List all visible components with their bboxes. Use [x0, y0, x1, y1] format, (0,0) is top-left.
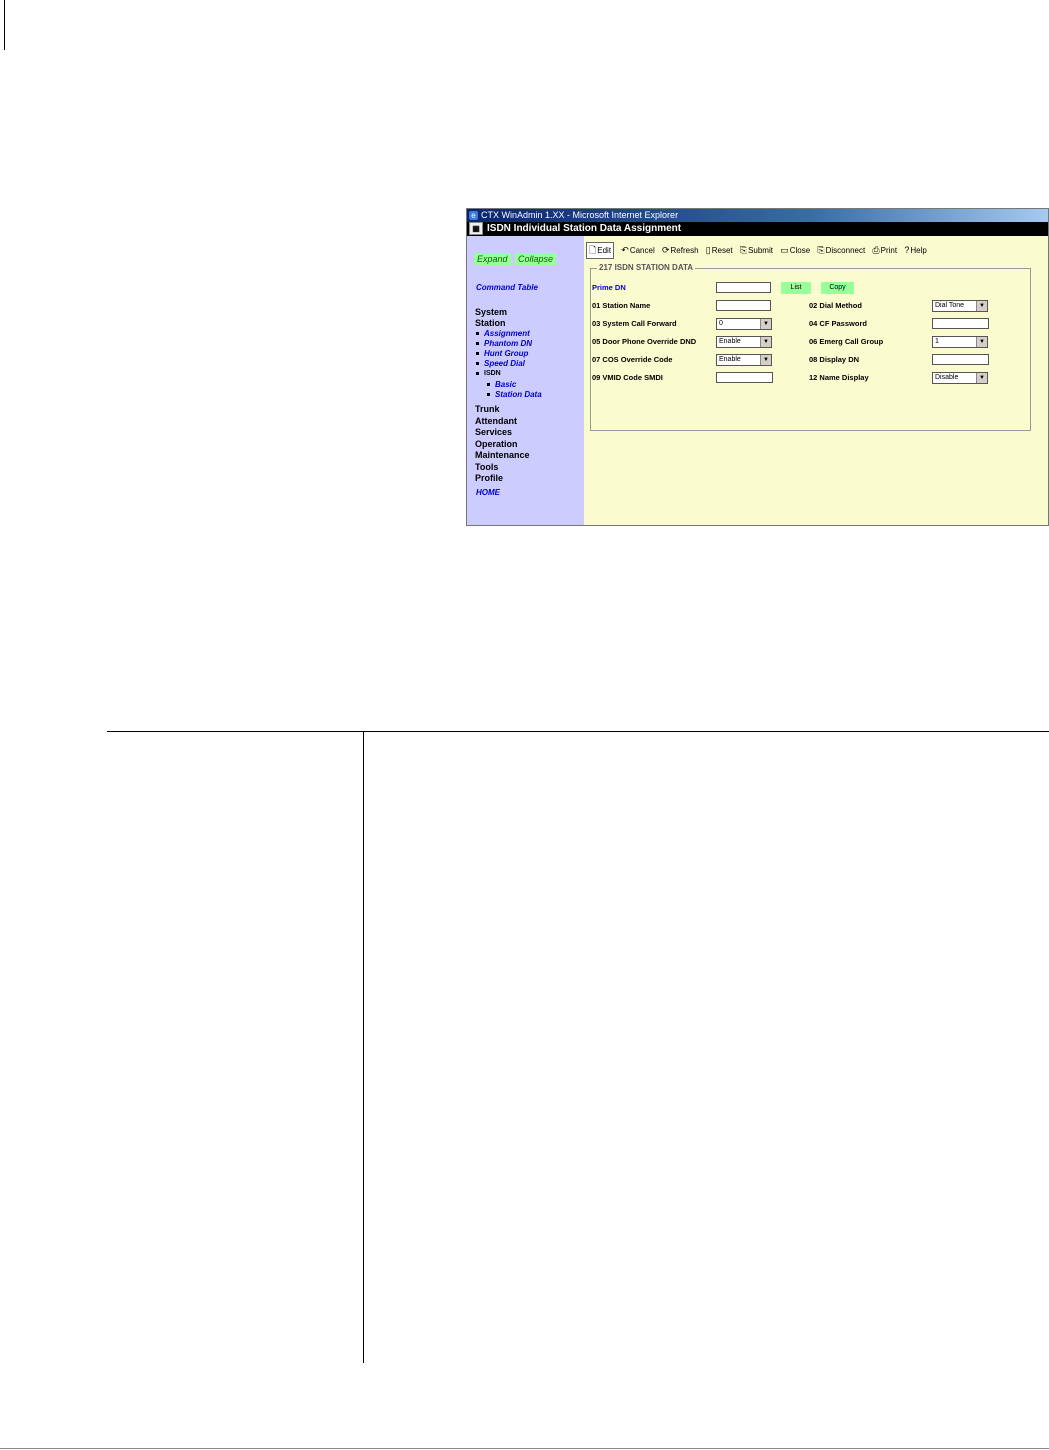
toolbar: 🗋Edit ↶Cancel ⟳Refresh ▯Reset ⎘Submit ▭C…: [586, 242, 932, 259]
name-display-select[interactable]: Disable ▼: [932, 372, 988, 384]
help-button[interactable]: ?Help: [904, 243, 926, 258]
door-phone-override-select[interactable]: Enable ▼: [716, 336, 772, 348]
chevron-down-icon: ▼: [976, 337, 987, 347]
cf-password-label: 04 CF Password: [809, 319, 867, 328]
sidebar-item-station[interactable]: Station: [475, 318, 506, 329]
disconnect-icon: ⎘: [817, 245, 825, 255]
vmid-code-label: 09 VMID Code SMDI: [592, 373, 663, 382]
sidebar-item-hunt-group[interactable]: Hunt Group: [476, 349, 528, 359]
bullet-icon: [476, 362, 479, 366]
sidebar-item-tools[interactable]: Tools: [475, 462, 498, 473]
help-icon: ?: [904, 245, 910, 255]
table-top-rule: [107, 731, 1049, 732]
reset-icon: ▯: [705, 245, 711, 255]
name-display-label: 12 Name Display: [809, 373, 869, 382]
vmid-code-input[interactable]: [716, 372, 773, 383]
chevron-down-icon: ▼: [976, 301, 987, 311]
cos-override-label: 07 COS Override Code: [592, 355, 673, 364]
sidebar-item-speed-dial[interactable]: Speed Dial: [476, 359, 525, 369]
app-title: ISDN Individual Station Data Assignment: [487, 223, 682, 235]
disconnect-button[interactable]: ⎘Disconnect: [817, 243, 865, 258]
app-title-bar: ▦ ISDN Individual Station Data Assignment: [467, 222, 1048, 236]
close-icon: ▭: [780, 245, 789, 255]
dial-method-label: 02 Dial Method: [809, 301, 862, 310]
refresh-button[interactable]: ⟳Refresh: [662, 243, 699, 258]
table-column-divider: [363, 731, 364, 1363]
browser-window-screenshot: e CTX WinAdmin 1.XX - Microsoft Internet …: [466, 208, 1049, 526]
main-content: 🗋Edit ↶Cancel ⟳Refresh ▯Reset ⎘Submit ▭C…: [584, 236, 1048, 525]
bullet-icon: [487, 383, 490, 387]
list-button[interactable]: List: [781, 282, 811, 294]
expand-button[interactable]: Expand: [474, 253, 511, 265]
cf-password-input[interactable]: [932, 318, 989, 329]
station-name-label: 01 Station Name: [592, 301, 651, 310]
sidebar-item-isdn[interactable]: ISDN: [476, 369, 501, 379]
collapse-button[interactable]: Collapse: [515, 253, 557, 265]
submit-button[interactable]: ⎘Submit: [740, 243, 773, 258]
system-call-forward-select[interactable]: 0 ▼: [716, 318, 772, 330]
edit-icon: 🗋: [589, 245, 597, 255]
cancel-button[interactable]: ↶Cancel: [621, 243, 654, 258]
sidebar: Expand Collapse Command Table System Sta…: [467, 236, 584, 525]
sidebar-item-attendant[interactable]: Attendant: [475, 416, 517, 427]
printer-icon: ⎙: [872, 245, 880, 255]
bullet-icon: [476, 342, 479, 346]
internet-explorer-icon: e: [469, 211, 478, 221]
chevron-down-icon: ▼: [760, 355, 771, 365]
sidebar-item-phantom-dn[interactable]: Phantom DN: [476, 339, 532, 349]
page-bottom-rule: [0, 1448, 1049, 1449]
cos-override-select[interactable]: Enable ▼: [716, 354, 772, 366]
chevron-down-icon: ▼: [976, 373, 987, 383]
edit-button[interactable]: 🗋Edit: [586, 242, 615, 259]
browser-title: CTX WinAdmin 1.XX - Microsoft Internet E…: [481, 210, 679, 220]
prime-dn-input[interactable]: [716, 282, 771, 293]
sidebar-item-system[interactable]: System: [475, 307, 507, 318]
bullet-icon: [476, 371, 479, 375]
submit-icon: ⎘: [739, 245, 748, 255]
sidebar-item-trunk[interactable]: Trunk: [475, 404, 500, 415]
sidebar-item-maintenance[interactable]: Maintenance: [475, 450, 530, 461]
print-button[interactable]: ⎙Print: [872, 243, 897, 258]
chevron-down-icon: ▼: [760, 337, 771, 347]
dial-method-select[interactable]: Dial Tone ▼: [932, 300, 988, 312]
system-call-forward-label: 03 System Call Forward: [592, 319, 677, 328]
bullet-icon: [476, 332, 479, 336]
close-button[interactable]: ▭Close: [780, 243, 810, 258]
page-margin-mark: [4, 0, 5, 50]
emerg-call-group-label: 06 Emerg Call Group: [809, 337, 884, 346]
bullet-icon: [476, 352, 479, 356]
prime-dn-label: Prime DN: [592, 283, 626, 292]
command-table-link[interactable]: Command Table: [476, 283, 538, 292]
sidebar-item-isdn-basic[interactable]: Basic: [487, 380, 516, 390]
home-link[interactable]: HOME: [476, 488, 500, 497]
undo-icon: ↶: [621, 245, 629, 255]
reset-button[interactable]: ▯Reset: [706, 243, 733, 258]
door-phone-override-label: 05 Door Phone Override DND: [592, 337, 697, 346]
copy-button[interactable]: Copy: [821, 282, 854, 294]
chevron-down-icon: ▼: [760, 319, 771, 329]
group-legend: 217 ISDN STATION DATA: [597, 263, 696, 272]
bullet-icon: [487, 393, 490, 397]
sidebar-item-isdn-station-data[interactable]: Station Data: [487, 390, 542, 400]
sidebar-item-profile[interactable]: Profile: [475, 473, 503, 484]
refresh-icon: ⟳: [661, 245, 670, 255]
sidebar-item-services[interactable]: Services: [475, 427, 512, 438]
isdn-station-data-group: 217 ISDN STATION DATA Prime DN List Copy…: [590, 263, 1031, 431]
station-name-input[interactable]: [716, 300, 771, 311]
sidebar-item-assignment[interactable]: Assignment: [476, 329, 530, 339]
browser-title-bar: e CTX WinAdmin 1.XX - Microsoft Internet …: [467, 209, 1048, 222]
emerg-call-group-select[interactable]: 1 ▼: [932, 336, 988, 348]
display-dn-label: 08 Display DN: [809, 355, 860, 364]
sidebar-item-operation[interactable]: Operation: [475, 439, 518, 450]
app-icon: ▦: [469, 222, 483, 235]
display-dn-input[interactable]: [932, 354, 989, 365]
